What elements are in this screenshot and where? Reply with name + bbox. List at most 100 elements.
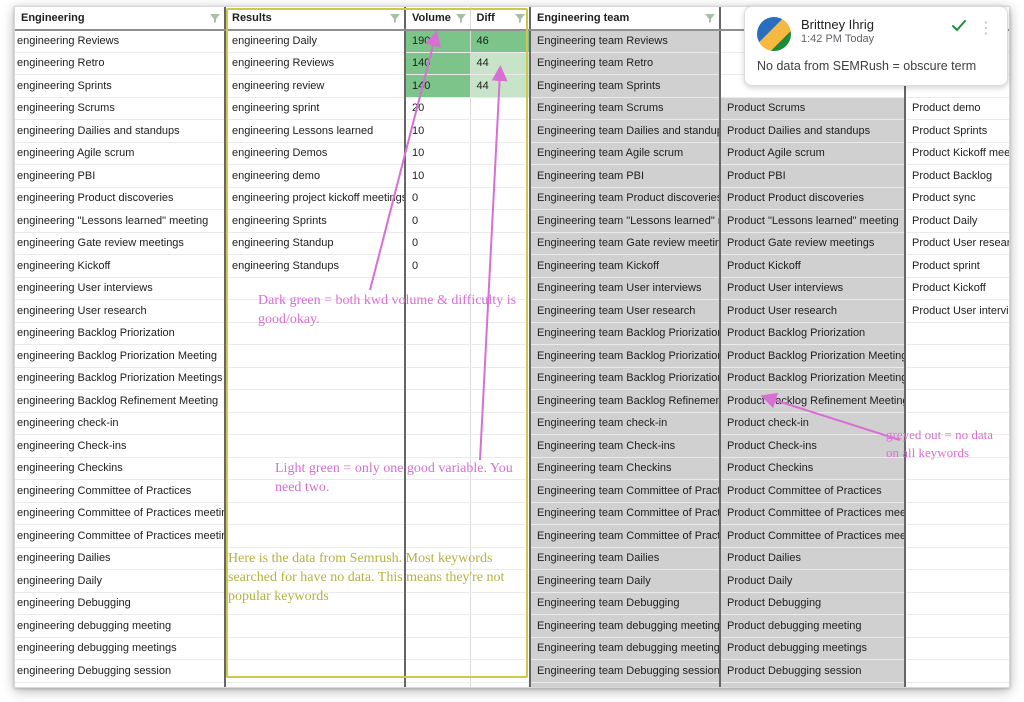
cell[interactable]: Product Daily bbox=[720, 570, 905, 593]
cell[interactable]: engineering Check-ins bbox=[15, 435, 225, 458]
cell[interactable] bbox=[405, 390, 470, 413]
cell[interactable] bbox=[225, 525, 405, 548]
cell[interactable]: Engineering team Agile scrum bbox=[530, 142, 720, 165]
table-row[interactable]: engineering Kickoffengineering Standups0… bbox=[15, 255, 1010, 278]
cell[interactable]: engineering Retro bbox=[15, 52, 225, 75]
cell[interactable]: 0 bbox=[405, 255, 470, 278]
cell[interactable]: Engineering team Product discoveries bbox=[530, 187, 720, 210]
table-row[interactable]: engineering Committee of PracticesEngine… bbox=[15, 480, 1010, 503]
cell[interactable] bbox=[470, 120, 530, 143]
cell[interactable]: engineering debugging meeting bbox=[15, 615, 225, 638]
cell[interactable] bbox=[405, 570, 470, 593]
cell[interactable]: 44 bbox=[470, 75, 530, 98]
cell[interactable]: Engineering team check-in bbox=[530, 412, 720, 435]
cell[interactable]: engineering Dailies bbox=[15, 547, 225, 570]
cell[interactable] bbox=[405, 300, 470, 323]
cell[interactable]: 10 bbox=[405, 165, 470, 188]
cell[interactable]: Engineering team debugging meeting bbox=[530, 615, 720, 638]
cell[interactable] bbox=[405, 682, 470, 688]
table-row[interactable]: engineering debugging meetingsEngineerin… bbox=[15, 637, 1010, 660]
filter-icon[interactable] bbox=[389, 12, 401, 24]
cell[interactable]: 140 bbox=[405, 52, 470, 75]
table-row[interactable]: engineering CheckinsEngineering team Che… bbox=[15, 457, 1010, 480]
cell[interactable]: engineering Standups bbox=[225, 255, 405, 278]
table-row[interactable]: engineering DailyEngineering team DailyP… bbox=[15, 570, 1010, 593]
cell[interactable]: Product Dailies and standups bbox=[720, 120, 905, 143]
cell[interactable] bbox=[905, 412, 1010, 435]
cell[interactable]: 1900 bbox=[405, 30, 470, 53]
resolve-comment-button[interactable] bbox=[950, 17, 968, 38]
cell[interactable]: 140 bbox=[405, 75, 470, 98]
cell[interactable]: Engineering team Dailies and standups bbox=[530, 120, 720, 143]
cell[interactable]: Product Backlog Priorization Meetings bbox=[720, 367, 905, 390]
cell[interactable]: Product Product discoveries bbox=[720, 187, 905, 210]
cell[interactable]: engineering Scrums bbox=[15, 97, 225, 120]
cell[interactable] bbox=[470, 165, 530, 188]
table-row[interactable]: engineering PBIengineering demo10Enginee… bbox=[15, 165, 1010, 188]
table-row[interactable]: engineering "Lessons learned" meetingeng… bbox=[15, 210, 1010, 233]
cell[interactable] bbox=[470, 525, 530, 548]
cell[interactable]: engineering Standup bbox=[225, 232, 405, 255]
header-results[interactable]: Results bbox=[225, 7, 405, 30]
cell[interactable]: engineering Demos bbox=[225, 142, 405, 165]
cell[interactable]: 0 bbox=[405, 232, 470, 255]
cell[interactable] bbox=[225, 615, 405, 638]
cell[interactable]: 20 bbox=[405, 97, 470, 120]
cell[interactable] bbox=[470, 232, 530, 255]
cell[interactable]: Engineering team Backlog Refinement Meet… bbox=[530, 390, 720, 413]
table-row[interactable]: engineering Product discoveriesengineeri… bbox=[15, 187, 1010, 210]
table-row[interactable]: engineering Dailies and standupsengineer… bbox=[15, 120, 1010, 143]
cell[interactable] bbox=[225, 502, 405, 525]
table-row[interactable]: engineering Agile scrumengineering Demos… bbox=[15, 142, 1010, 165]
table-row[interactable]: engineering Scrumsengineering sprint20En… bbox=[15, 97, 1010, 120]
cell[interactable]: Product Kickoff meeting bbox=[905, 142, 1010, 165]
cell[interactable]: Engineering team Debugging session bbox=[530, 660, 720, 683]
cell[interactable] bbox=[905, 502, 1010, 525]
cell[interactable] bbox=[905, 525, 1010, 548]
cell[interactable]: Engineering team Check-ins bbox=[530, 435, 720, 458]
table-row[interactable]: engineering User interviewsEngineering t… bbox=[15, 277, 1010, 300]
cell[interactable]: Product Kickoff bbox=[905, 277, 1010, 300]
header-team[interactable]: Engineering team bbox=[530, 7, 720, 30]
table-row[interactable]: engineering Backlog PriorizationEngineer… bbox=[15, 322, 1010, 345]
cell[interactable]: Product demo bbox=[905, 97, 1010, 120]
cell[interactable]: Engineering team Daily bbox=[530, 570, 720, 593]
cell[interactable]: Product debugging meeting bbox=[720, 615, 905, 638]
cell[interactable]: Product Scrums bbox=[720, 97, 905, 120]
header-volume[interactable]: Volume bbox=[405, 7, 470, 30]
cell[interactable] bbox=[225, 457, 405, 480]
cell[interactable] bbox=[225, 570, 405, 593]
cell[interactable] bbox=[470, 390, 530, 413]
cell[interactable] bbox=[405, 277, 470, 300]
cell[interactable]: Engineering team Sprints bbox=[530, 75, 720, 98]
cell[interactable] bbox=[470, 637, 530, 660]
cell[interactable]: Engineering team Backlog Priorization Me… bbox=[530, 367, 720, 390]
cell[interactable]: Product Agile scrum bbox=[720, 142, 905, 165]
cell[interactable]: Product Kickoff bbox=[720, 255, 905, 278]
cell[interactable]: Product User research bbox=[905, 232, 1010, 255]
comment-card[interactable]: Brittney Ihrig 1:42 PM Today ⋮ No data f… bbox=[744, 6, 1008, 86]
cell[interactable]: Engineering team Scrums bbox=[530, 97, 720, 120]
cell[interactable] bbox=[470, 277, 530, 300]
cell[interactable] bbox=[470, 435, 530, 458]
cell[interactable]: engineering Reviews bbox=[225, 52, 405, 75]
cell[interactable] bbox=[470, 660, 530, 683]
cell[interactable] bbox=[470, 322, 530, 345]
cell[interactable] bbox=[405, 457, 470, 480]
cell[interactable]: Product "Lessons learned" meeting bbox=[720, 210, 905, 233]
cell[interactable]: Engineering team Committee of Practices … bbox=[530, 525, 720, 548]
cell[interactable] bbox=[470, 412, 530, 435]
cell[interactable] bbox=[905, 367, 1010, 390]
cell[interactable]: Engineering team Backlog Priorization bbox=[530, 322, 720, 345]
cell[interactable] bbox=[225, 300, 405, 323]
cell[interactable]: Product Debugging session bbox=[720, 660, 905, 683]
cell[interactable] bbox=[470, 682, 530, 688]
table-row[interactable]: engineering Committee of Practices meeti… bbox=[15, 525, 1010, 548]
cell[interactable] bbox=[905, 570, 1010, 593]
cell[interactable] bbox=[905, 637, 1010, 660]
cell[interactable] bbox=[225, 660, 405, 683]
cell[interactable]: Product Committee of Practices meeting bbox=[720, 502, 905, 525]
cell[interactable] bbox=[225, 637, 405, 660]
cell[interactable] bbox=[405, 367, 470, 390]
cell[interactable]: engineering Backlog Priorization Meeting… bbox=[15, 367, 225, 390]
